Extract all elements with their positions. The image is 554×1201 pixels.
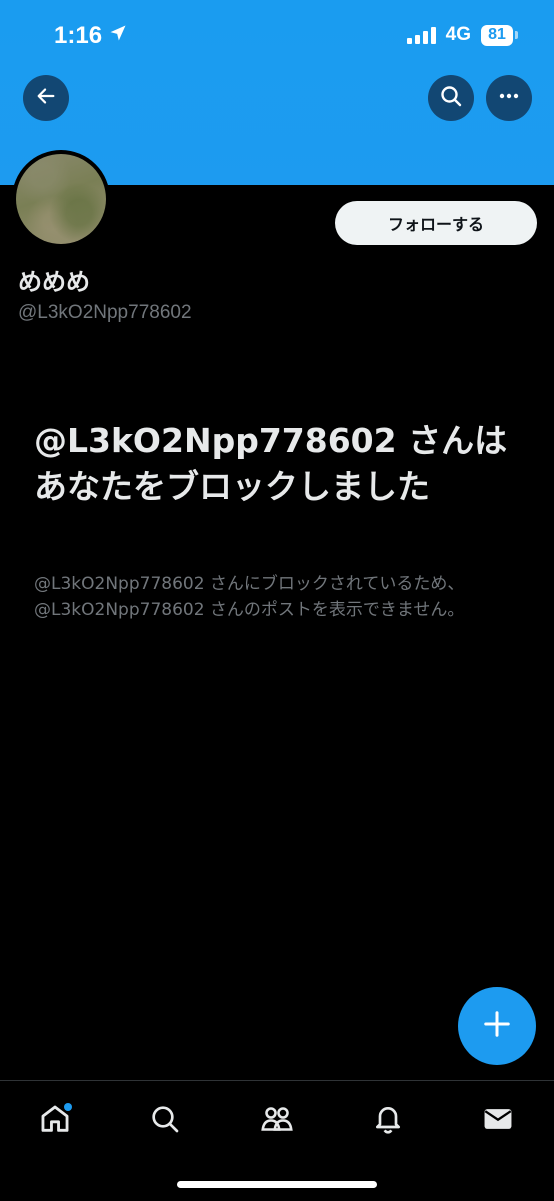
back-button[interactable] xyxy=(23,75,69,121)
more-options-button[interactable] xyxy=(486,75,532,121)
avatar-image xyxy=(16,154,106,244)
search-button[interactable] xyxy=(428,75,474,121)
ellipsis-icon xyxy=(497,84,521,112)
home-indicator xyxy=(177,1181,377,1188)
status-bar: 1:16 4G 81 xyxy=(0,0,554,70)
tab-search[interactable] xyxy=(145,1101,185,1141)
tab-messages[interactable] xyxy=(478,1101,518,1141)
tab-home[interactable] xyxy=(35,1101,75,1141)
notification-dot xyxy=(64,1103,72,1111)
search-icon xyxy=(439,84,463,112)
user-handle: @L3kO2Npp778602 xyxy=(18,302,192,323)
battery-level: 81 xyxy=(481,24,513,46)
status-indicators: 4G 81 xyxy=(406,24,518,46)
plus-icon xyxy=(482,1009,512,1043)
follow-button[interactable]: フォローする xyxy=(335,201,537,245)
people-icon xyxy=(259,1101,295,1141)
battery-icon: 81 xyxy=(481,24,518,46)
blocked-title: @L3kO2Npp778602 さんはあなたをブロックしました xyxy=(34,421,508,506)
tab-communities[interactable] xyxy=(257,1101,297,1141)
network-type: 4G xyxy=(445,24,471,45)
cellular-signal-icon xyxy=(406,26,436,44)
envelope-icon xyxy=(481,1102,515,1140)
display-name: めめめ xyxy=(18,268,90,296)
location-arrow-icon xyxy=(108,22,128,50)
tab-notifications[interactable] xyxy=(368,1101,408,1141)
status-time: 1:16 xyxy=(54,22,128,50)
status-time-text: 1:16 xyxy=(54,22,103,49)
compose-post-button[interactable] xyxy=(458,987,536,1065)
avatar[interactable] xyxy=(12,150,110,248)
bell-icon xyxy=(372,1103,404,1139)
blocked-description: @L3kO2Npp778602 さんにブロックされているため、@L3kO2Npp… xyxy=(34,574,465,620)
arrow-left-icon xyxy=(35,85,57,111)
search-icon xyxy=(149,1103,181,1139)
